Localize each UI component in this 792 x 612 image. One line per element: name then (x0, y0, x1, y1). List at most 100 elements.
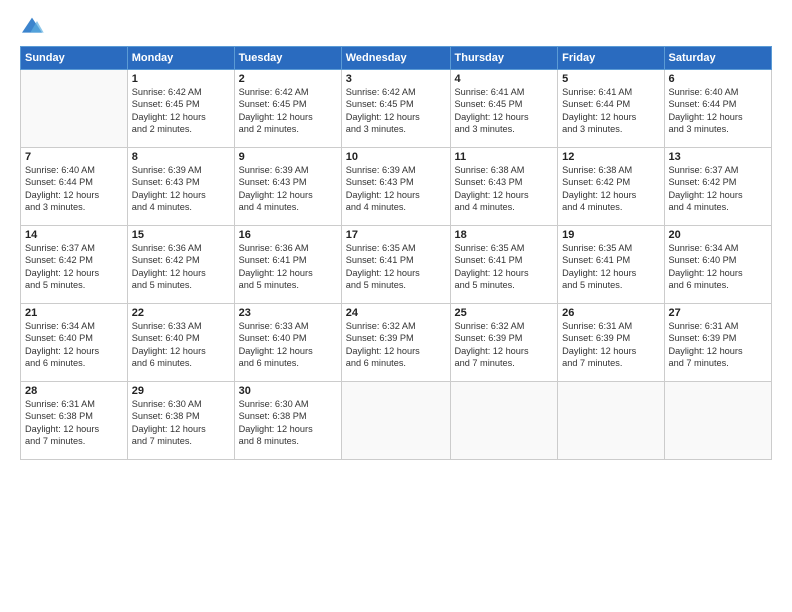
header-cell-wednesday: Wednesday (341, 47, 450, 70)
calendar-cell: 28Sunrise: 6:31 AMSunset: 6:38 PMDayligh… (21, 382, 128, 460)
day-number: 6 (669, 73, 768, 85)
calendar-cell: 9Sunrise: 6:39 AMSunset: 6:43 PMDaylight… (234, 148, 341, 226)
calendar-cell: 4Sunrise: 6:41 AMSunset: 6:45 PMDaylight… (450, 70, 558, 148)
day-number: 16 (239, 229, 337, 241)
day-number: 9 (239, 151, 337, 163)
calendar-cell: 10Sunrise: 6:39 AMSunset: 6:43 PMDayligh… (341, 148, 450, 226)
header-cell-friday: Friday (558, 47, 664, 70)
calendar-cell: 1Sunrise: 6:42 AMSunset: 6:45 PMDaylight… (127, 70, 234, 148)
calendar-cell: 18Sunrise: 6:35 AMSunset: 6:41 PMDayligh… (450, 226, 558, 304)
calendar-cell: 3Sunrise: 6:42 AMSunset: 6:45 PMDaylight… (341, 70, 450, 148)
day-info: Sunrise: 6:34 AMSunset: 6:40 PMDaylight:… (25, 320, 123, 370)
calendar-cell: 30Sunrise: 6:30 AMSunset: 6:38 PMDayligh… (234, 382, 341, 460)
calendar-cell: 6Sunrise: 6:40 AMSunset: 6:44 PMDaylight… (664, 70, 772, 148)
calendar-cell: 24Sunrise: 6:32 AMSunset: 6:39 PMDayligh… (341, 304, 450, 382)
calendar-cell: 27Sunrise: 6:31 AMSunset: 6:39 PMDayligh… (664, 304, 772, 382)
day-info: Sunrise: 6:35 AMSunset: 6:41 PMDaylight:… (455, 242, 554, 292)
calendar-cell (558, 382, 664, 460)
day-info: Sunrise: 6:31 AMSunset: 6:38 PMDaylight:… (25, 398, 123, 448)
day-number: 29 (132, 385, 230, 397)
day-info: Sunrise: 6:33 AMSunset: 6:40 PMDaylight:… (132, 320, 230, 370)
day-info: Sunrise: 6:38 AMSunset: 6:42 PMDaylight:… (562, 164, 659, 214)
day-info: Sunrise: 6:39 AMSunset: 6:43 PMDaylight:… (132, 164, 230, 214)
day-number: 7 (25, 151, 123, 163)
header-cell-thursday: Thursday (450, 47, 558, 70)
calendar-cell (664, 382, 772, 460)
day-info: Sunrise: 6:40 AMSunset: 6:44 PMDaylight:… (669, 86, 768, 136)
calendar-cell (21, 70, 128, 148)
day-info: Sunrise: 6:42 AMSunset: 6:45 PMDaylight:… (132, 86, 230, 136)
day-number: 2 (239, 73, 337, 85)
calendar-cell: 29Sunrise: 6:30 AMSunset: 6:38 PMDayligh… (127, 382, 234, 460)
logo (20, 16, 46, 36)
day-info: Sunrise: 6:39 AMSunset: 6:43 PMDaylight:… (239, 164, 337, 214)
calendar-cell: 15Sunrise: 6:36 AMSunset: 6:42 PMDayligh… (127, 226, 234, 304)
day-number: 1 (132, 73, 230, 85)
calendar-cell: 23Sunrise: 6:33 AMSunset: 6:40 PMDayligh… (234, 304, 341, 382)
calendar-cell: 11Sunrise: 6:38 AMSunset: 6:43 PMDayligh… (450, 148, 558, 226)
day-info: Sunrise: 6:42 AMSunset: 6:45 PMDaylight:… (239, 86, 337, 136)
calendar-cell: 13Sunrise: 6:37 AMSunset: 6:42 PMDayligh… (664, 148, 772, 226)
day-info: Sunrise: 6:31 AMSunset: 6:39 PMDaylight:… (669, 320, 768, 370)
week-row-2: 7Sunrise: 6:40 AMSunset: 6:44 PMDaylight… (21, 148, 772, 226)
day-number: 17 (346, 229, 446, 241)
day-number: 11 (455, 151, 554, 163)
header (20, 16, 772, 36)
day-info: Sunrise: 6:33 AMSunset: 6:40 PMDaylight:… (239, 320, 337, 370)
day-number: 30 (239, 385, 337, 397)
week-row-3: 14Sunrise: 6:37 AMSunset: 6:42 PMDayligh… (21, 226, 772, 304)
week-row-4: 21Sunrise: 6:34 AMSunset: 6:40 PMDayligh… (21, 304, 772, 382)
day-number: 28 (25, 385, 123, 397)
day-info: Sunrise: 6:37 AMSunset: 6:42 PMDaylight:… (25, 242, 123, 292)
day-number: 23 (239, 307, 337, 319)
day-info: Sunrise: 6:34 AMSunset: 6:40 PMDaylight:… (669, 242, 768, 292)
calendar-cell: 20Sunrise: 6:34 AMSunset: 6:40 PMDayligh… (664, 226, 772, 304)
day-number: 10 (346, 151, 446, 163)
logo-icon (20, 16, 44, 36)
calendar-cell: 17Sunrise: 6:35 AMSunset: 6:41 PMDayligh… (341, 226, 450, 304)
day-info: Sunrise: 6:38 AMSunset: 6:43 PMDaylight:… (455, 164, 554, 214)
day-info: Sunrise: 6:35 AMSunset: 6:41 PMDaylight:… (346, 242, 446, 292)
day-info: Sunrise: 6:31 AMSunset: 6:39 PMDaylight:… (562, 320, 659, 370)
header-cell-monday: Monday (127, 47, 234, 70)
day-number: 18 (455, 229, 554, 241)
day-number: 12 (562, 151, 659, 163)
calendar-cell: 7Sunrise: 6:40 AMSunset: 6:44 PMDaylight… (21, 148, 128, 226)
header-cell-tuesday: Tuesday (234, 47, 341, 70)
day-number: 15 (132, 229, 230, 241)
calendar-cell: 19Sunrise: 6:35 AMSunset: 6:41 PMDayligh… (558, 226, 664, 304)
calendar-cell: 14Sunrise: 6:37 AMSunset: 6:42 PMDayligh… (21, 226, 128, 304)
day-number: 20 (669, 229, 768, 241)
day-number: 27 (669, 307, 768, 319)
day-number: 14 (25, 229, 123, 241)
day-info: Sunrise: 6:36 AMSunset: 6:41 PMDaylight:… (239, 242, 337, 292)
calendar-cell (450, 382, 558, 460)
day-info: Sunrise: 6:41 AMSunset: 6:44 PMDaylight:… (562, 86, 659, 136)
day-number: 4 (455, 73, 554, 85)
day-number: 21 (25, 307, 123, 319)
day-info: Sunrise: 6:30 AMSunset: 6:38 PMDaylight:… (239, 398, 337, 448)
day-number: 26 (562, 307, 659, 319)
day-info: Sunrise: 6:41 AMSunset: 6:45 PMDaylight:… (455, 86, 554, 136)
day-info: Sunrise: 6:39 AMSunset: 6:43 PMDaylight:… (346, 164, 446, 214)
calendar-cell: 25Sunrise: 6:32 AMSunset: 6:39 PMDayligh… (450, 304, 558, 382)
day-info: Sunrise: 6:40 AMSunset: 6:44 PMDaylight:… (25, 164, 123, 214)
day-number: 5 (562, 73, 659, 85)
calendar-cell: 5Sunrise: 6:41 AMSunset: 6:44 PMDaylight… (558, 70, 664, 148)
calendar-header: SundayMondayTuesdayWednesdayThursdayFrid… (21, 47, 772, 70)
day-number: 8 (132, 151, 230, 163)
day-info: Sunrise: 6:37 AMSunset: 6:42 PMDaylight:… (669, 164, 768, 214)
day-number: 13 (669, 151, 768, 163)
week-row-1: 1Sunrise: 6:42 AMSunset: 6:45 PMDaylight… (21, 70, 772, 148)
calendar-cell: 2Sunrise: 6:42 AMSunset: 6:45 PMDaylight… (234, 70, 341, 148)
day-info: Sunrise: 6:32 AMSunset: 6:39 PMDaylight:… (455, 320, 554, 370)
day-info: Sunrise: 6:35 AMSunset: 6:41 PMDaylight:… (562, 242, 659, 292)
calendar-body: 1Sunrise: 6:42 AMSunset: 6:45 PMDaylight… (21, 70, 772, 460)
day-number: 22 (132, 307, 230, 319)
day-number: 25 (455, 307, 554, 319)
header-row: SundayMondayTuesdayWednesdayThursdayFrid… (21, 47, 772, 70)
calendar-cell (341, 382, 450, 460)
day-info: Sunrise: 6:32 AMSunset: 6:39 PMDaylight:… (346, 320, 446, 370)
week-row-5: 28Sunrise: 6:31 AMSunset: 6:38 PMDayligh… (21, 382, 772, 460)
day-info: Sunrise: 6:36 AMSunset: 6:42 PMDaylight:… (132, 242, 230, 292)
